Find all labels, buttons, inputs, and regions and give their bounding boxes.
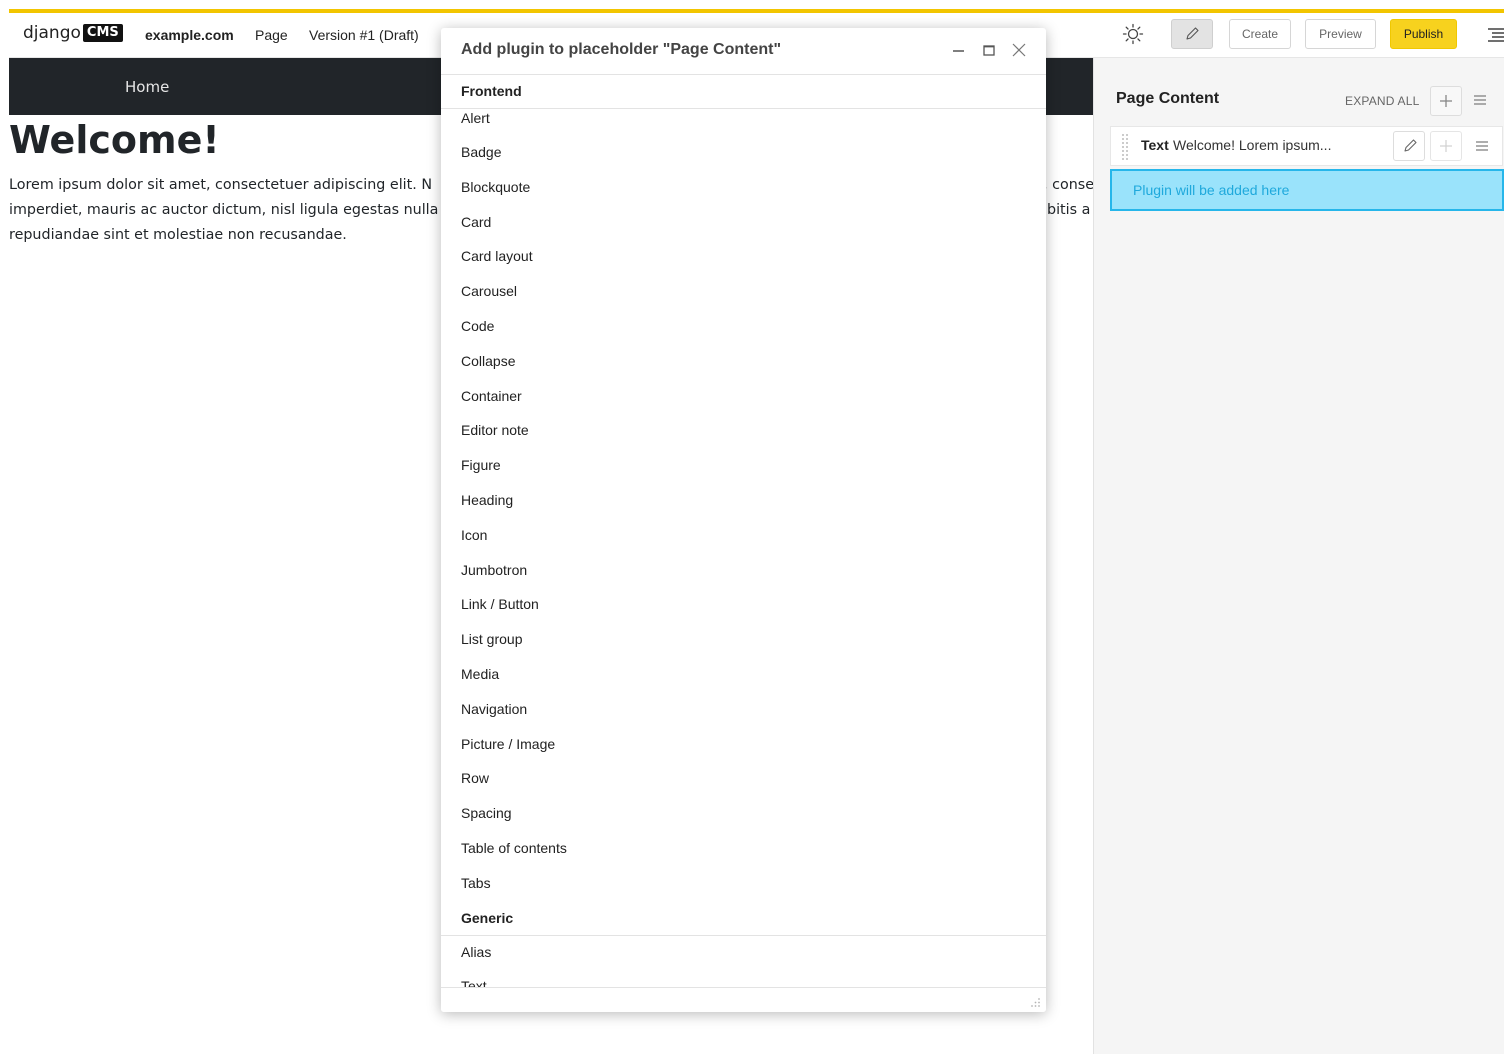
plugin-drop-target: Plugin will be added here <box>1110 169 1504 211</box>
section-title: Frontend <box>461 83 522 99</box>
plugin-option[interactable]: List group <box>461 631 522 647</box>
plugin-row-text[interactable]: Text Welcome! Lorem ipsum... <box>1110 126 1503 166</box>
maximize-icon[interactable] <box>982 43 996 57</box>
plugin-option[interactable]: Alert <box>461 110 490 126</box>
logo-badge: CMS <box>82 24 123 42</box>
resize-handle-icon[interactable] <box>1029 996 1041 1008</box>
plugin-option[interactable]: Spacing <box>461 805 512 821</box>
minimize-icon[interactable] <box>952 43 966 57</box>
sun-icon[interactable] <box>1122 23 1144 45</box>
edit-mode-button[interactable] <box>1171 19 1213 49</box>
plugin-option[interactable]: Text <box>461 978 487 987</box>
nav-home-link[interactable]: Home <box>125 78 169 96</box>
plugin-option[interactable]: Card layout <box>461 248 533 264</box>
plugin-option[interactable]: Heading <box>461 492 513 508</box>
plugin-description: Welcome! Lorem ipsum... <box>1173 137 1332 153</box>
plugin-option[interactable]: Icon <box>461 527 487 543</box>
plugin-type: Text <box>1141 137 1169 153</box>
plugin-option[interactable]: Carousel <box>461 283 517 299</box>
page-heading: Welcome! <box>9 118 220 162</box>
plugin-option[interactable]: Code <box>461 318 494 334</box>
plugin-list: Frontend Alert Badge Blockquote Card Card lay… <box>441 75 1046 987</box>
plugin-add-button[interactable] <box>1430 131 1462 161</box>
plugin-option[interactable]: Container <box>461 388 522 404</box>
plugin-menu-icon[interactable] <box>1475 140 1489 152</box>
plugin-option[interactable]: Navigation <box>461 701 527 717</box>
pencil-icon <box>1404 139 1417 152</box>
add-plugin-modal: Add plugin to placeholder "Page Content"… <box>441 28 1046 1012</box>
plugin-option[interactable]: Tabs <box>461 875 491 891</box>
page-menu[interactable]: Page <box>255 27 288 43</box>
create-button[interactable]: Create <box>1229 19 1291 49</box>
close-icon[interactable] <box>1012 43 1026 57</box>
modal-footer <box>441 987 1046 1012</box>
plugin-option[interactable]: Figure <box>461 457 501 473</box>
plugin-option[interactable]: Picture / Image <box>461 736 555 752</box>
paragraph-right-fragment-1: , conse <box>1043 177 1095 193</box>
plugin-option[interactable]: Blockquote <box>461 179 530 195</box>
version-menu[interactable]: Version #1 (Draft) <box>309 27 419 43</box>
modal-header[interactable]: Add plugin to placeholder "Page Content" <box>441 28 1046 75</box>
plugin-option[interactable]: Row <box>461 770 489 786</box>
placeholder-menu-icon[interactable] <box>1473 94 1487 106</box>
placeholder-title: Page Content <box>1116 90 1220 107</box>
plugin-option[interactable]: Alias <box>461 944 491 960</box>
django-cms-logo[interactable]: django CMS <box>23 23 123 43</box>
publish-button[interactable]: Publish <box>1390 19 1457 49</box>
plugin-section-generic: Generic <box>441 902 1046 936</box>
plugin-edit-button[interactable] <box>1393 131 1425 161</box>
plugin-option[interactable]: Badge <box>461 144 501 160</box>
modal-title: Add plugin to placeholder "Page Content" <box>461 41 782 58</box>
plugin-option[interactable]: Card <box>461 214 491 230</box>
preview-button[interactable]: Preview <box>1305 19 1376 49</box>
structure-toggle-icon[interactable] <box>1487 27 1504 43</box>
pencil-icon <box>1186 27 1199 40</box>
paragraph-right-fragment-2: bitis a <box>1047 202 1091 218</box>
plugin-option[interactable]: Table of contents <box>461 840 567 856</box>
placeholder-add-button[interactable] <box>1430 86 1462 116</box>
drop-target-label: Plugin will be added here <box>1133 182 1290 198</box>
plugin-option[interactable]: Editor note <box>461 422 529 438</box>
expand-all-link[interactable]: EXPAND ALL <box>1345 94 1419 108</box>
structure-panel: Page Content EXPAND ALL Text Welcome! Lo… <box>1093 58 1504 1054</box>
site-menu[interactable]: example.com <box>145 27 234 43</box>
plus-icon <box>1440 95 1452 107</box>
plugin-option[interactable]: Link / Button <box>461 596 539 612</box>
plugin-option[interactable]: Jumbotron <box>461 562 527 578</box>
plugin-option[interactable]: Collapse <box>461 353 515 369</box>
plus-icon <box>1440 140 1452 152</box>
section-title: Generic <box>461 909 514 926</box>
logo-text: django <box>23 23 81 43</box>
plugin-section-frontend: Frontend <box>441 75 1046 109</box>
plugin-option[interactable]: Media <box>461 666 499 682</box>
drag-handle-icon[interactable] <box>1121 133 1129 161</box>
